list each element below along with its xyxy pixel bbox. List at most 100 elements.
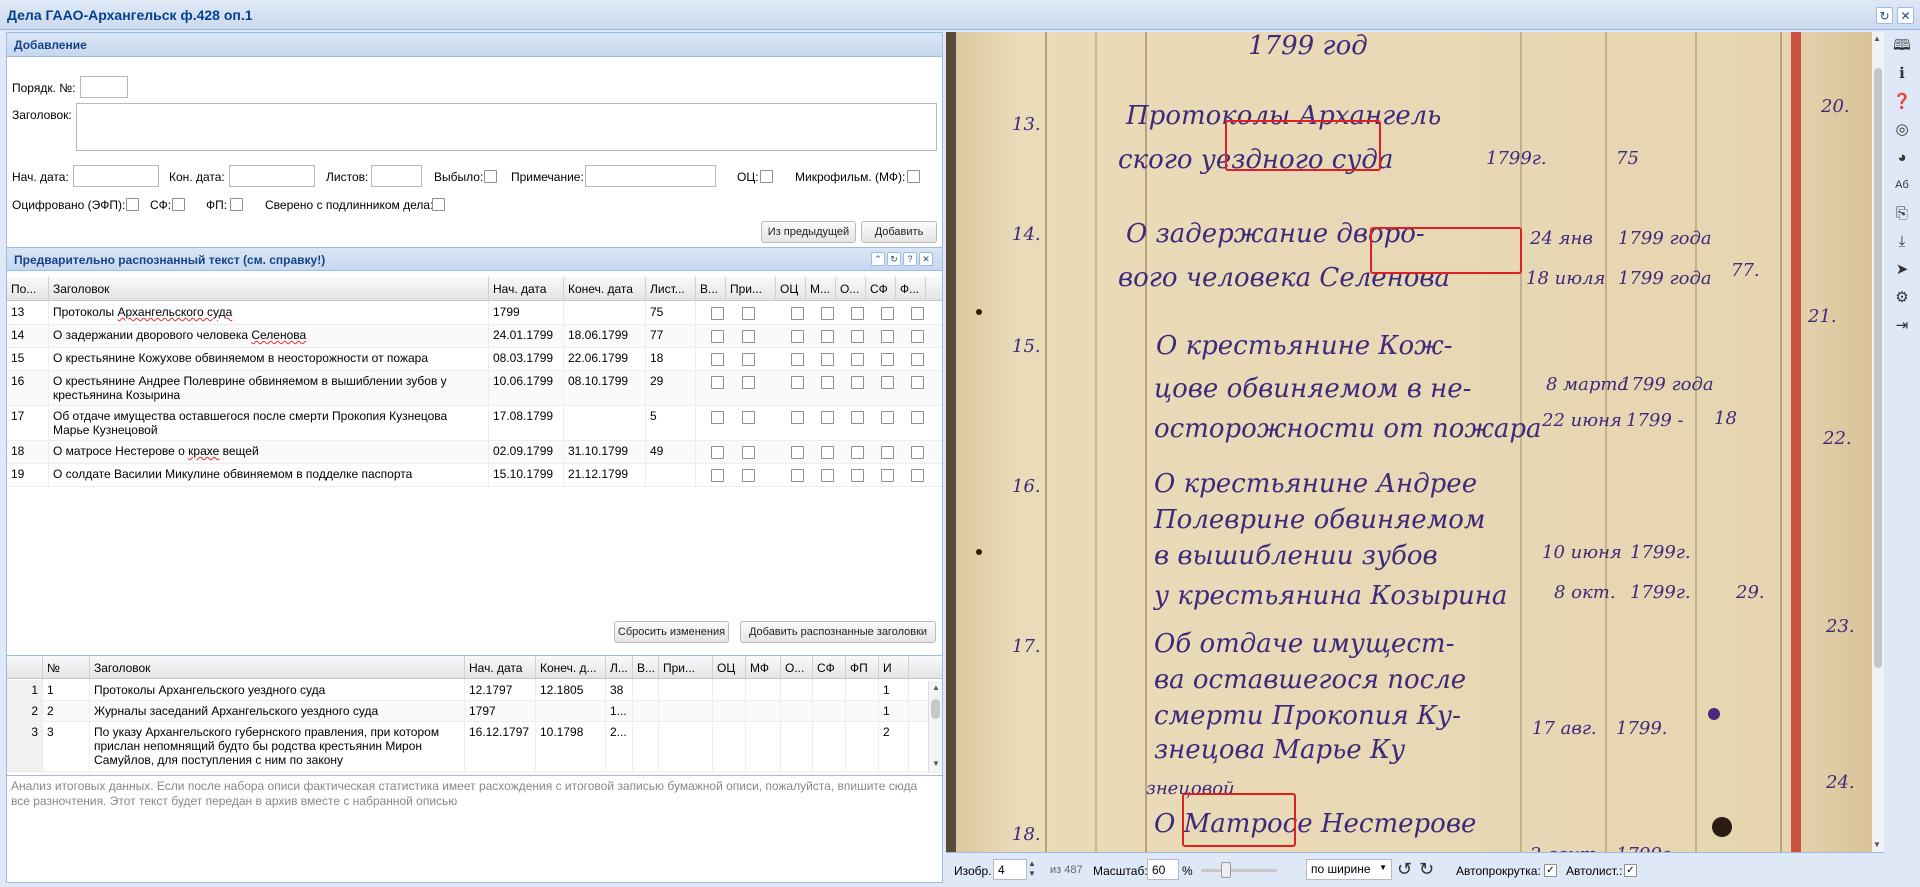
fit-select[interactable]: по ширине ▼: [1306, 859, 1392, 880]
row-end-date[interactable]: [564, 406, 646, 440]
add-recognized-button[interactable]: Добавить распознанные заголовки: [740, 621, 936, 643]
order-input[interactable]: [80, 76, 128, 98]
row-title[interactable]: О солдате Василии Микулине обвиняемом в …: [49, 464, 489, 486]
row-checkbox[interactable]: [821, 446, 834, 459]
row-checkbox[interactable]: [911, 446, 924, 459]
shield-icon[interactable]: ◎: [1891, 118, 1913, 140]
digitized-checkbox[interactable]: [126, 198, 139, 211]
send-icon[interactable]: ➤: [1891, 258, 1913, 280]
rotate-left-icon[interactable]: ↺: [1397, 859, 1412, 880]
collapse-icon[interactable]: ⌃: [871, 252, 885, 266]
row-checkbox[interactable]: [791, 469, 804, 482]
globe-icon[interactable]: ◕: [1891, 146, 1913, 168]
row-checkbox[interactable]: [881, 446, 894, 459]
table-row[interactable]: 14 О задержании дворового человека Селено…: [7, 325, 942, 348]
table-row[interactable]: 3 3 По указу Архангельского губернского пр…: [7, 722, 928, 772]
row-end-date[interactable]: 10.1798: [536, 722, 606, 771]
table-row[interactable]: 2 2 Журналы заседаний Архангельского уездн…: [7, 701, 928, 722]
sheets-input[interactable]: [371, 165, 422, 187]
row-checkbox[interactable]: [851, 307, 864, 320]
col-header[interactable]: Л...: [606, 656, 633, 680]
from-previous-button[interactable]: Из предыдущей: [761, 221, 856, 243]
row-checkbox[interactable]: [711, 330, 724, 343]
row-title[interactable]: Протоколы Архангельского суда: [49, 302, 489, 324]
row-sheets[interactable]: 38: [606, 680, 633, 700]
row-checkbox[interactable]: [881, 411, 894, 424]
table-row[interactable]: 17 Об отдаче имущества оставшегося после …: [7, 406, 942, 441]
book-icon[interactable]: 🕮: [1891, 36, 1913, 58]
row-start-date[interactable]: 08.03.1799: [489, 348, 564, 370]
row-checkbox[interactable]: [881, 353, 894, 366]
scroll-down-icon[interactable]: ▼: [932, 759, 940, 768]
row-checkbox[interactable]: [821, 469, 834, 482]
row-checkbox[interactable]: [821, 307, 834, 320]
row-checkbox[interactable]: [742, 307, 755, 320]
row-checkbox[interactable]: [851, 376, 864, 389]
col-header[interactable]: СФ: [866, 277, 896, 301]
row-title[interactable]: О матросе Нестерове о крахе вещей: [49, 441, 489, 463]
row-checkbox[interactable]: [851, 469, 864, 482]
table-row[interactable]: 16 О крестьянине Андрее Полеврине обвиняе…: [7, 371, 942, 406]
image-scrollbar-thumb[interactable]: [1874, 68, 1882, 668]
row-sheets[interactable]: 5: [646, 406, 696, 440]
copy-icon[interactable]: ⎘: [1891, 202, 1913, 224]
autoscroll-checkbox[interactable]: ✓: [1544, 864, 1557, 877]
row-checkbox[interactable]: [711, 376, 724, 389]
row-sheets[interactable]: 49: [646, 441, 696, 463]
row-checkbox[interactable]: [911, 353, 924, 366]
close-small-icon[interactable]: ✕: [919, 252, 933, 266]
col-header[interactable]: ОЦ: [776, 277, 806, 301]
table-row[interactable]: 19 О солдате Василии Микулине обвиняемом …: [7, 464, 942, 487]
row-checkbox[interactable]: [742, 446, 755, 459]
row-checkbox[interactable]: [791, 330, 804, 343]
col-header[interactable]: М...: [806, 277, 836, 301]
gear-icon[interactable]: ⚙: [1891, 286, 1913, 308]
row-title[interactable]: По указу Архангельского губернского прав…: [90, 722, 465, 771]
end-date-input[interactable]: [229, 165, 315, 187]
row-title[interactable]: О задержании дворового человека Селенова: [49, 325, 489, 347]
row-start-date[interactable]: 16.12.1797: [465, 722, 536, 771]
row-end-date[interactable]: 12.1805: [536, 680, 606, 700]
col-header[interactable]: Нач. дата: [489, 277, 564, 301]
heading-textarea[interactable]: [76, 103, 937, 151]
image-number-input[interactable]: [993, 859, 1027, 880]
refresh-small-icon[interactable]: ↻: [887, 252, 901, 266]
col-header[interactable]: При...: [659, 656, 713, 680]
scroll-down-icon[interactable]: ▼: [1873, 840, 1881, 849]
col-header[interactable]: В...: [633, 656, 659, 680]
col-header[interactable]: №: [43, 656, 90, 680]
col-header[interactable]: В...: [696, 277, 726, 301]
table-row[interactable]: 1 1 Протоколы Архангельского уездного суда…: [7, 680, 928, 701]
row-checkbox[interactable]: [711, 469, 724, 482]
row-start-date[interactable]: 1797: [465, 701, 536, 721]
row-checkbox[interactable]: [851, 446, 864, 459]
close-icon[interactable]: ✕: [1897, 7, 1914, 24]
col-header[interactable]: Лист...: [646, 277, 696, 301]
row-sheets[interactable]: 1...: [606, 701, 633, 721]
row-checkbox[interactable]: [791, 446, 804, 459]
row-start-date[interactable]: 02.09.1799: [489, 441, 564, 463]
image-stepper[interactable]: ▲ ▼: [1028, 859, 1036, 879]
row-sheets[interactable]: 77: [646, 325, 696, 347]
row-sheets[interactable]: 18: [646, 348, 696, 370]
row-checkbox[interactable]: [881, 330, 894, 343]
table-row[interactable]: 13 Протоколы Архангельского суда 1799 75: [7, 302, 942, 325]
row-end-date[interactable]: 21.12.1799: [564, 464, 646, 486]
add-button[interactable]: Добавить: [861, 221, 937, 243]
row-start-date[interactable]: 1799: [489, 302, 564, 324]
oc-checkbox[interactable]: [760, 170, 773, 183]
row-checkbox[interactable]: [821, 353, 834, 366]
row-title[interactable]: Об отдаче имущества оставшегося после см…: [49, 406, 489, 440]
row-checkbox[interactable]: [821, 411, 834, 424]
col-header[interactable]: О...: [836, 277, 866, 301]
row-checkbox[interactable]: [851, 411, 864, 424]
row-start-date[interactable]: 10.06.1799: [489, 371, 564, 405]
col-header[interactable]: СФ: [813, 656, 846, 680]
info-icon[interactable]: ℹ: [1891, 62, 1913, 84]
row-checkbox[interactable]: [851, 330, 864, 343]
col-header[interactable]: Заголовок: [90, 656, 465, 680]
scale-slider-thumb[interactable]: [1221, 862, 1231, 878]
row-checkbox[interactable]: [742, 376, 755, 389]
fp-checkbox[interactable]: [230, 198, 243, 211]
row-checkbox[interactable]: [911, 469, 924, 482]
